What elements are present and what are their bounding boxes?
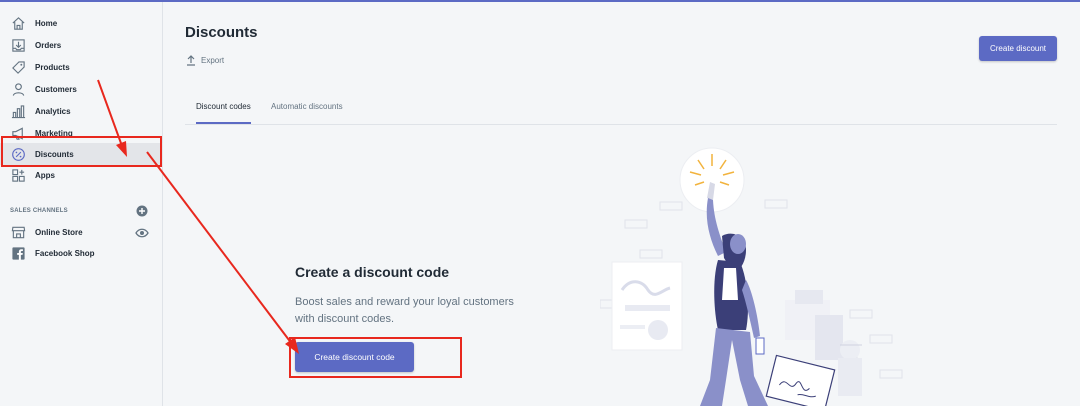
sidebar-item-orders[interactable]: Orders — [0, 34, 163, 56]
add-channel-icon[interactable] — [136, 205, 148, 217]
home-icon — [10, 15, 26, 31]
person-icon — [10, 81, 26, 97]
sidebar-item-products[interactable]: Products — [0, 56, 163, 78]
sidebar-item-label: Orders — [35, 40, 62, 50]
empty-state-title: Create a discount code — [295, 264, 450, 280]
sidebar-item-label: Marketing — [35, 128, 73, 138]
eye-icon[interactable] — [135, 227, 149, 239]
store-icon — [10, 224, 26, 240]
discount-icon — [10, 146, 26, 162]
tag-icon — [10, 59, 26, 75]
sidebar-item-label: Discounts — [35, 149, 74, 159]
bar-chart-icon — [10, 103, 26, 119]
sidebar-item-label: Apps — [35, 170, 55, 180]
sidebar-item-label: Facebook Shop — [35, 248, 95, 258]
tab-bar: Discount codes Automatic discounts — [185, 94, 1057, 125]
sidebar-item-label: Home — [35, 18, 58, 28]
tab-automatic-discounts[interactable]: Automatic discounts — [271, 102, 343, 122]
sales-channels-heading: SALES CHANNELS — [10, 208, 68, 214]
sidebar-item-marketing[interactable]: Marketing — [0, 122, 163, 144]
facebook-icon — [10, 245, 26, 261]
page-title: Discounts — [185, 24, 258, 41]
megaphone-icon — [10, 125, 26, 141]
sidebar-item-apps[interactable]: Apps — [0, 164, 163, 186]
export-icon — [187, 55, 195, 66]
create-discount-code-button[interactable]: Create discount code — [295, 342, 414, 372]
empty-state-description: Boost sales and reward your loyal custom… — [295, 296, 514, 325]
sidebar: Home Orders Products Customers Analytics… — [0, 2, 163, 406]
sidebar-item-analytics[interactable]: Analytics — [0, 100, 163, 122]
sidebar-item-discounts[interactable]: Discounts — [0, 143, 163, 165]
sidebar-item-label: Customers — [35, 84, 77, 94]
create-discount-button[interactable]: Create discount — [979, 36, 1057, 61]
apps-icon — [10, 167, 26, 183]
orders-icon — [10, 37, 26, 53]
tab-discount-codes[interactable]: Discount codes — [196, 102, 251, 124]
sidebar-item-home[interactable]: Home — [0, 12, 163, 34]
sidebar-item-label: Analytics — [35, 106, 71, 116]
export-button[interactable]: Export — [186, 55, 224, 66]
empty-state-illustration — [600, 147, 903, 406]
sidebar-item-label: Online Store — [35, 227, 83, 237]
sidebar-item-customers[interactable]: Customers — [0, 78, 163, 100]
sidebar-item-label: Products — [35, 62, 70, 72]
export-label: Export — [201, 56, 225, 65]
sidebar-item-facebook-shop[interactable]: Facebook Shop — [0, 242, 163, 264]
